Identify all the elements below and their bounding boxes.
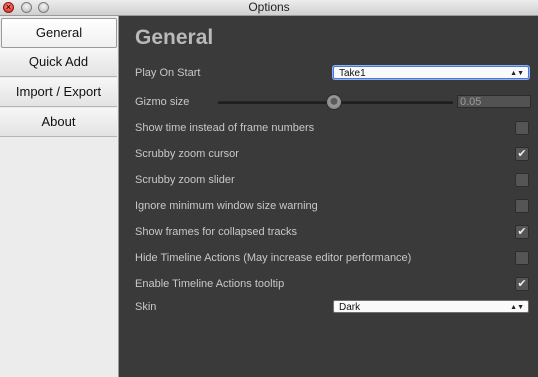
gizmo-size-field[interactable]: 0.05 bbox=[457, 95, 531, 108]
option-label: Ignore minimum window size warning bbox=[135, 200, 318, 212]
scrubby-zoom-cursor-checkbox[interactable]: ✔ bbox=[515, 147, 529, 161]
skin-label: Skin bbox=[135, 301, 157, 313]
option-label: Scrubby zoom cursor bbox=[135, 148, 239, 160]
option-label: Show time instead of frame numbers bbox=[135, 122, 315, 134]
sidebar-item-quick-add[interactable]: Quick Add bbox=[0, 48, 117, 77]
dropdown-arrows-icon: ▲▼ bbox=[510, 304, 524, 311]
play-on-start-value: Take1 bbox=[339, 68, 366, 79]
gizmo-size-slider-thumb[interactable] bbox=[326, 94, 342, 110]
gizmo-size-label: Gizmo size bbox=[135, 96, 190, 108]
play-on-start-select[interactable]: Take1 ▲▼ bbox=[333, 66, 529, 79]
play-on-start-label: Play On Start bbox=[135, 67, 201, 79]
show-time-checkbox[interactable] bbox=[515, 121, 529, 135]
settings-panel: General Play On Start Take1 ▲▼ Gizmo siz… bbox=[119, 16, 538, 377]
option-label: Show frames for collapsed tracks bbox=[135, 226, 298, 238]
enable-tooltip-checkbox[interactable]: ✔ bbox=[515, 277, 529, 291]
show-frames-collapsed-checkbox[interactable]: ✔ bbox=[515, 225, 529, 239]
hide-timeline-actions-checkbox[interactable] bbox=[515, 251, 529, 265]
checkmark-icon: ✔ bbox=[517, 278, 527, 290]
title-bar: × Options bbox=[0, 0, 538, 16]
option-label: Scrubby zoom slider bbox=[135, 174, 235, 186]
skin-select[interactable]: Dark ▲▼ bbox=[333, 300, 529, 313]
option-label: Hide Timeline Actions (May increase edit… bbox=[135, 252, 412, 264]
checkmark-icon: ✔ bbox=[517, 226, 527, 238]
window-title: Options bbox=[248, 0, 290, 14]
ignore-min-window-checkbox[interactable] bbox=[515, 199, 529, 213]
scrubby-zoom-slider-checkbox[interactable] bbox=[515, 173, 529, 187]
dropdown-arrows-icon: ▲▼ bbox=[510, 70, 524, 77]
sidebar: General Quick Add Import / Export About bbox=[0, 16, 119, 377]
skin-value: Dark bbox=[339, 302, 361, 313]
sidebar-item-import-export[interactable]: Import / Export bbox=[0, 78, 117, 107]
page-title: General bbox=[135, 26, 214, 49]
option-label: Enable Timeline Actions tooltip bbox=[135, 278, 285, 290]
sidebar-item-about[interactable]: About bbox=[0, 108, 117, 137]
sidebar-item-general[interactable]: General bbox=[1, 18, 117, 48]
checkmark-icon: ✔ bbox=[517, 148, 527, 160]
